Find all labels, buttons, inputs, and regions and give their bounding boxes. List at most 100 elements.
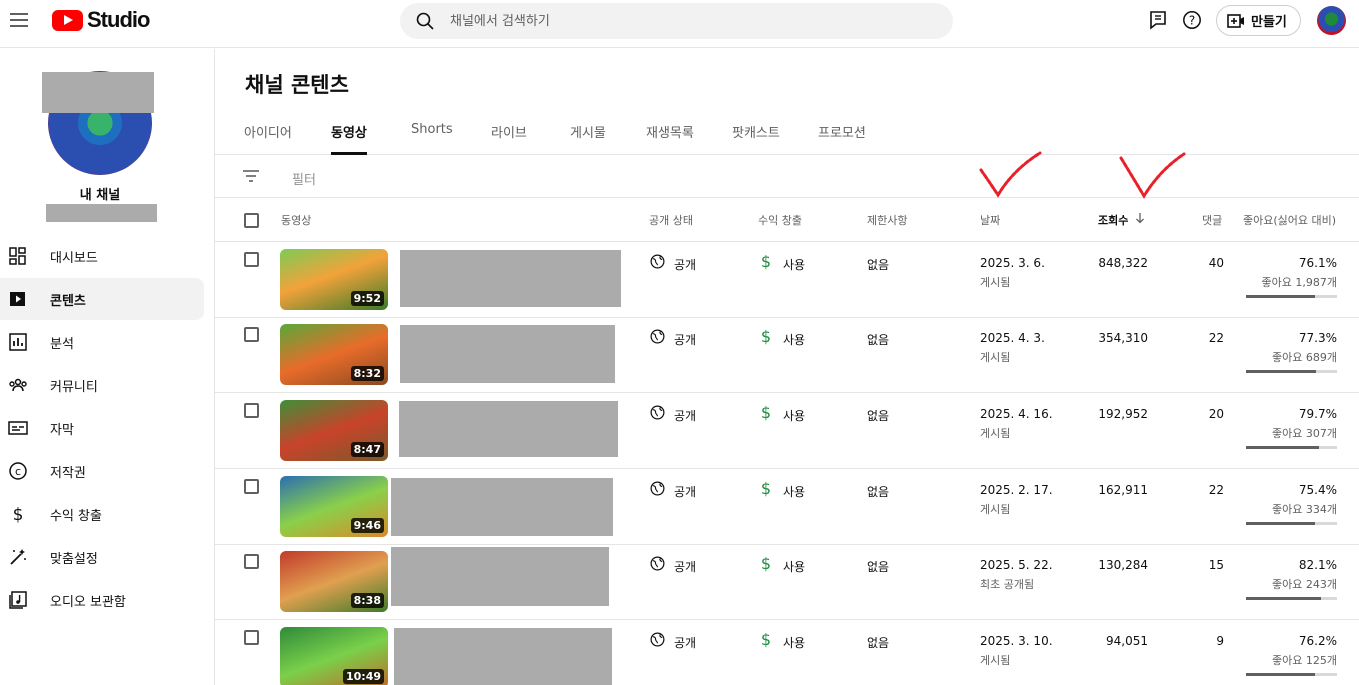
svg-text:$: $ — [761, 327, 771, 345]
sidebar-item-subtitles[interactable]: 자막 — [0, 407, 204, 449]
monetization-value[interactable]: 사용 — [783, 256, 805, 273]
feedback-icon[interactable] — [1148, 10, 1168, 30]
table-row[interactable]: 8:32 공개 $ 사용 없음 2025. 4. 3. 게시됨 354,310 … — [215, 317, 1359, 393]
date-value: 2025. 2. 17. — [980, 483, 1053, 497]
sidebar-item-monetization[interactable]: $ 수익 창출 — [0, 493, 204, 535]
table-row[interactable]: 9:46 공개 $ 사용 없음 2025. 2. 17. 게시됨 162,911… — [215, 469, 1359, 545]
account-avatar[interactable] — [1317, 6, 1346, 35]
svg-text:$: $ — [13, 505, 24, 524]
restrictions-value: 없음 — [867, 485, 890, 499]
monetization-value[interactable]: 사용 — [783, 483, 805, 500]
tab-videos[interactable]: 동영상 — [331, 122, 367, 155]
sidebar-item-label: 콘텐츠 — [50, 293, 86, 309]
sort-down-arrow-icon[interactable] — [1135, 212, 1145, 224]
row-checkbox[interactable] — [244, 479, 259, 494]
svg-text:$: $ — [761, 403, 771, 421]
col-comments[interactable]: 댓글 — [1202, 212, 1222, 228]
sidebar-item-content[interactable]: 콘텐츠 — [0, 278, 204, 320]
redacted-video-title — [391, 478, 613, 536]
tab-playlists[interactable]: 재생목록 — [646, 122, 694, 155]
select-all-checkbox[interactable] — [244, 213, 259, 228]
help-icon[interactable]: ? — [1182, 10, 1202, 30]
table-row[interactable]: 10:49 공개 $ 사용 없음 2025. 3. 10. 게시됨 94,051… — [215, 620, 1359, 685]
video-duration: 10:49 — [342, 669, 384, 684]
video-thumbnail[interactable]: 9:52 — [280, 249, 388, 310]
like-ratio-bar — [1246, 446, 1337, 449]
monetization-value[interactable]: 사용 — [783, 634, 805, 651]
like-ratio-fill — [1246, 295, 1316, 298]
tab-podcasts[interactable]: 팟캐스트 — [732, 122, 780, 155]
video-thumbnail[interactable]: 8:32 — [280, 324, 388, 385]
visibility-value[interactable]: 공개 — [674, 331, 696, 348]
filter-icon[interactable] — [242, 168, 260, 184]
tab-shorts[interactable]: Shorts — [411, 122, 453, 155]
customization-icon — [10, 549, 26, 565]
restrictions-value: 없음 — [867, 258, 890, 272]
visibility-value[interactable]: 공개 — [674, 634, 696, 651]
dashboard-icon — [9, 247, 26, 265]
video-thumbnail[interactable]: 10:49 — [280, 627, 388, 685]
tab-promotions[interactable]: 프로모션 — [818, 122, 866, 155]
table-row[interactable]: 8:38 공개 $ 사용 없음 2025. 5. 22. 최초 공개됨 130,… — [215, 544, 1359, 620]
col-views[interactable]: 조회수 — [1098, 212, 1128, 228]
views-value: 130,284 — [1098, 558, 1148, 572]
row-checkbox[interactable] — [244, 252, 259, 267]
table-row[interactable]: 9:52 공개 $ 사용 없음 2025. 3. 6. 게시됨 848,322 … — [215, 242, 1359, 318]
sidebar-item-label: 분석 — [50, 336, 74, 352]
sidebar-item-analytics[interactable]: 분석 — [0, 321, 204, 363]
sidebar-item-community[interactable]: 커뮤니티 — [0, 364, 204, 406]
globe-icon — [650, 405, 665, 420]
video-duration: 9:52 — [350, 291, 384, 306]
logo-text: Studio — [87, 7, 150, 32]
sidebar-item-audio-library[interactable]: 오디오 보관함 — [0, 579, 204, 621]
like-ratio-fill — [1246, 446, 1319, 449]
like-ratio-fill — [1246, 673, 1316, 676]
studio-logo[interactable]: Studio — [52, 7, 150, 32]
search-input[interactable] — [450, 3, 930, 39]
dollar-icon: $ — [761, 479, 771, 497]
row-checkbox[interactable] — [244, 327, 259, 342]
dollar-icon: $ — [761, 630, 771, 648]
row-checkbox[interactable] — [244, 554, 259, 569]
col-likes[interactable]: 좋아요(싫어요 대비) — [1243, 212, 1336, 228]
sidebar-item-label: 맞춤설정 — [50, 551, 98, 567]
sidebar-item-customization[interactable]: 맞춤설정 — [0, 536, 204, 578]
col-visibility[interactable]: 공개 상태 — [649, 212, 693, 228]
tab-live[interactable]: 라이브 — [491, 122, 527, 155]
filter-input[interactable]: 필터 — [292, 169, 316, 188]
video-thumbnail[interactable]: 9:46 — [280, 476, 388, 537]
visibility-value[interactable]: 공개 — [674, 483, 696, 500]
col-monetization[interactable]: 수익 창출 — [758, 212, 802, 228]
visibility-value[interactable]: 공개 — [674, 256, 696, 273]
tab-ideas[interactable]: 아이디어 — [244, 122, 292, 155]
video-thumbnail[interactable]: 8:47 — [280, 400, 388, 461]
redacted-channel-name — [46, 204, 157, 222]
visibility-value[interactable]: 공개 — [674, 407, 696, 424]
monetization-value[interactable]: 사용 — [783, 331, 805, 348]
date-status: 최초 공개됨 — [980, 578, 1035, 591]
col-date[interactable]: 날짜 — [980, 212, 1000, 228]
date-value: 2025. 4. 3. — [980, 331, 1045, 345]
comments-value: 9 — [1216, 634, 1224, 648]
globe-icon — [650, 254, 665, 269]
col-restrictions[interactable]: 제한사항 — [867, 212, 907, 228]
row-checkbox[interactable] — [244, 630, 259, 645]
visibility-value[interactable]: 공개 — [674, 558, 696, 575]
monetization-value[interactable]: 사용 — [783, 558, 805, 575]
like-percentage: 76.1% — [1298, 256, 1337, 270]
globe-icon — [650, 481, 665, 496]
video-thumbnail[interactable]: 8:38 — [280, 551, 388, 612]
table-row[interactable]: 8:47 공개 $ 사용 없음 2025. 4. 16. 게시됨 192,952… — [215, 393, 1359, 469]
sidebar-item-dashboard[interactable]: 대시보드 — [0, 235, 204, 277]
video-duration: 9:46 — [350, 518, 384, 533]
search-bar[interactable] — [400, 3, 953, 39]
create-button[interactable]: 만들기 — [1216, 5, 1301, 36]
dollar-icon: $ — [761, 327, 771, 345]
sidebar-item-copyright[interactable]: c 저작권 — [0, 450, 204, 492]
row-checkbox[interactable] — [244, 403, 259, 418]
views-value: 94,051 — [1106, 634, 1148, 648]
menu-icon[interactable] — [10, 13, 28, 27]
tab-posts[interactable]: 게시물 — [570, 122, 606, 155]
comments-value: 22 — [1208, 331, 1224, 345]
monetization-value[interactable]: 사용 — [783, 407, 805, 424]
